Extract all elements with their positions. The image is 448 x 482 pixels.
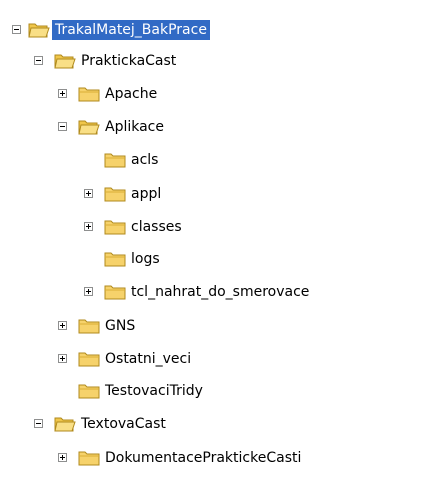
tree-node-label[interactable]: Ostatni_veci <box>102 349 194 369</box>
expand-toggle[interactable] <box>84 222 93 231</box>
tree-node-label[interactable]: GNS <box>102 316 138 336</box>
tree-node-label[interactable]: acls <box>128 150 161 170</box>
collapse-toggle[interactable] <box>34 419 43 428</box>
folder-open-icon <box>78 118 100 136</box>
folder-tree: TrakalMatej_BakPrace PraktickaCast Apach… <box>0 0 448 482</box>
tree-node-label[interactable]: appl <box>128 184 164 204</box>
folder-open-icon <box>54 52 76 70</box>
folder-icon <box>78 382 100 400</box>
expand-toggle[interactable] <box>58 354 67 363</box>
tree-node-label[interactable]: DokumentacePraktickeCasti <box>102 448 304 468</box>
tree-node-label[interactable]: PraktickaCast <box>78 51 179 71</box>
collapse-toggle[interactable] <box>12 25 21 34</box>
tree-node-label[interactable]: logs <box>128 249 163 269</box>
expand-toggle[interactable] <box>58 89 67 98</box>
folder-icon <box>104 218 126 236</box>
folder-icon <box>78 85 100 103</box>
expand-toggle[interactable] <box>58 321 67 330</box>
folder-icon <box>78 350 100 368</box>
folder-icon <box>104 185 126 203</box>
tree-node-label[interactable]: tcl_nahrat_do_smerovace <box>128 282 312 302</box>
folder-icon <box>78 317 100 335</box>
folder-icon <box>104 151 126 169</box>
tree-node-label[interactable]: TestovaciTridy <box>102 381 206 401</box>
collapse-toggle[interactable] <box>34 56 43 65</box>
folder-open-icon <box>28 21 50 39</box>
expand-toggle[interactable] <box>58 453 67 462</box>
expand-toggle[interactable] <box>84 189 93 198</box>
tree-node-label[interactable]: Aplikace <box>102 117 167 137</box>
folder-open-icon <box>54 415 76 433</box>
expand-toggle[interactable] <box>84 287 93 296</box>
folder-icon <box>104 283 126 301</box>
tree-node-label[interactable]: TrakalMatej_BakPrace <box>52 20 210 40</box>
folder-icon <box>104 250 126 268</box>
collapse-toggle[interactable] <box>58 122 67 131</box>
folder-icon <box>78 449 100 467</box>
tree-node-label[interactable]: classes <box>128 217 185 237</box>
tree-node-label[interactable]: Apache <box>102 84 160 104</box>
tree-node-label[interactable]: TextovaCast <box>78 414 169 434</box>
